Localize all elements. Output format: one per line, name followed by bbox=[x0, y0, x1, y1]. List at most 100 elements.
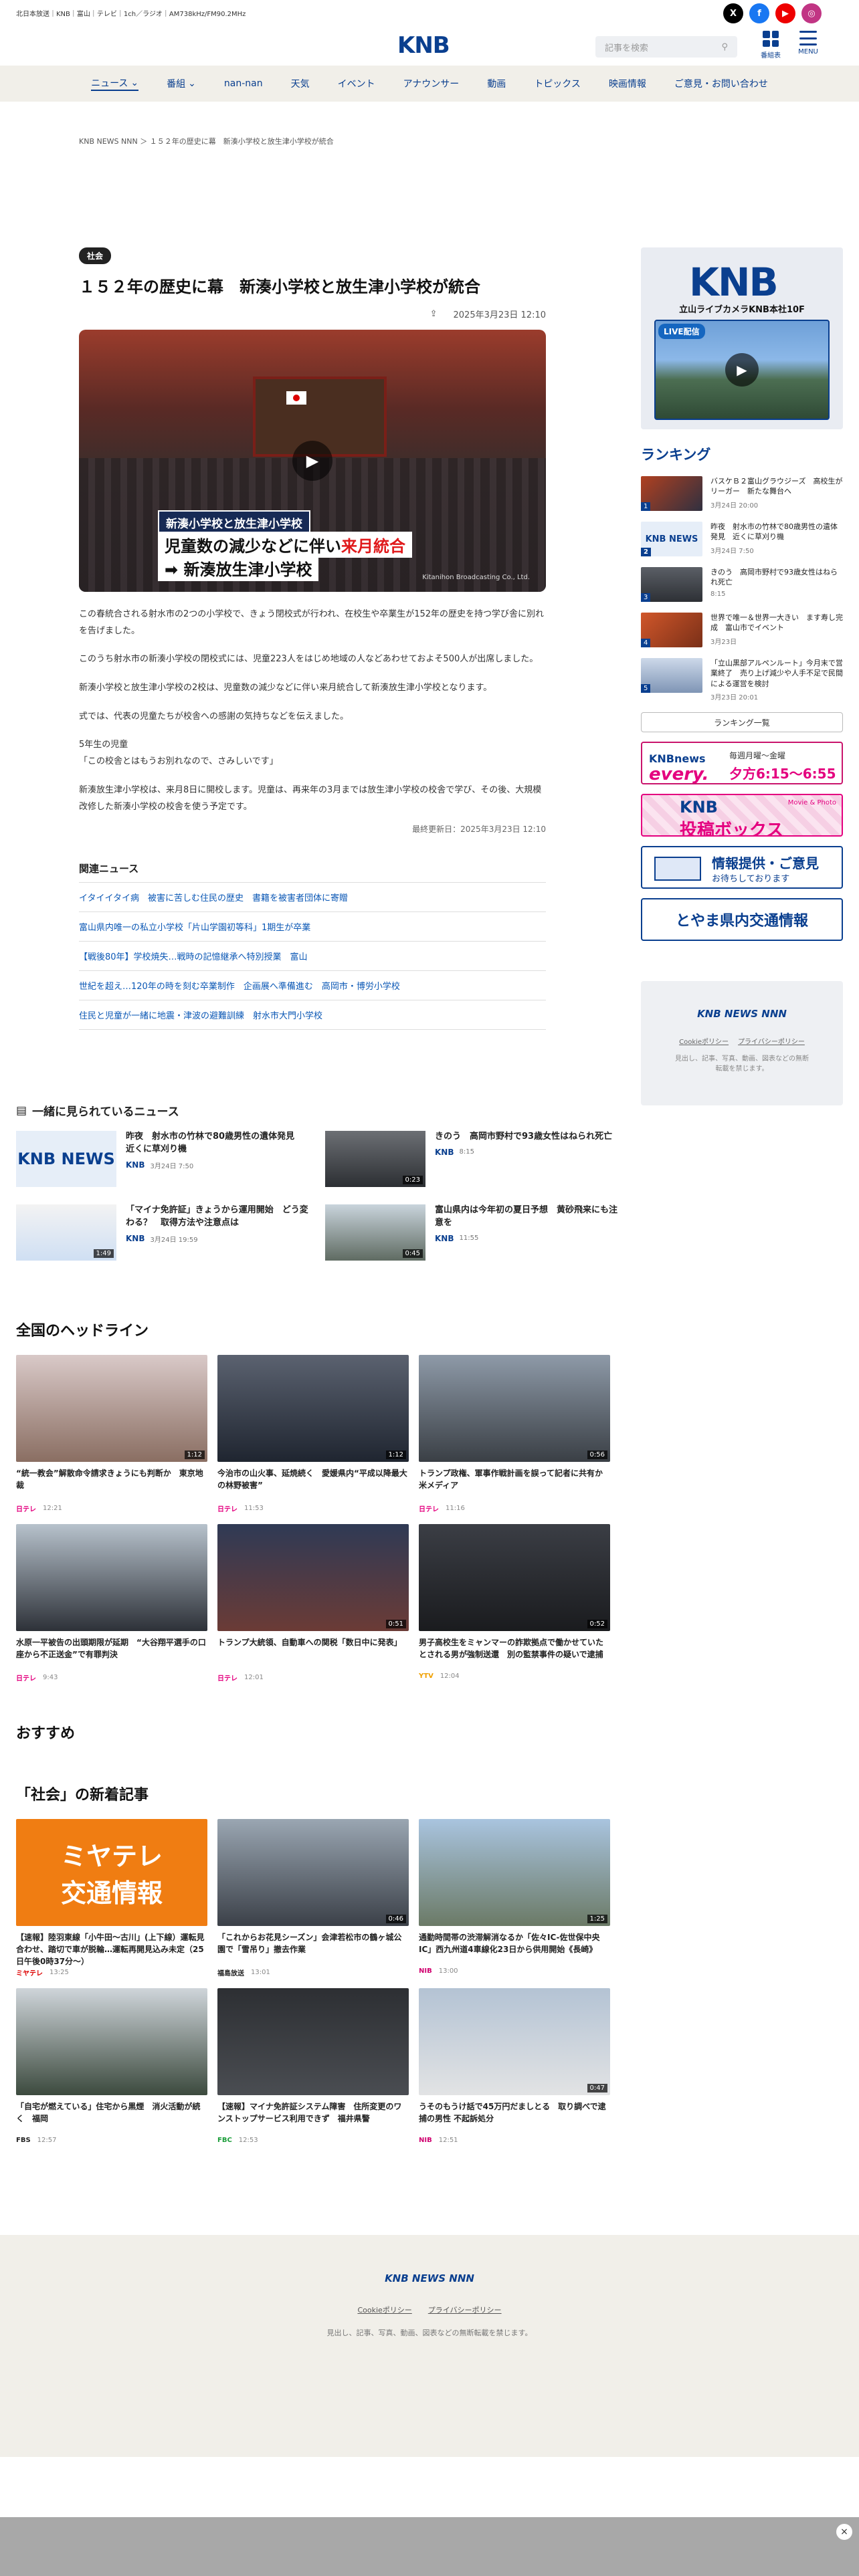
social-news-thumbnail: ミヤテレ 交通情報 bbox=[16, 1819, 207, 1926]
nav-item-contact[interactable]: ご意見・お問い合わせ bbox=[674, 77, 768, 90]
article-body: この春統合される射水市の2つの小学校で、きょう閉校式が行われ、在校生や卒業生が1… bbox=[79, 607, 546, 815]
headline-card[interactable]: 0:56 トランプ政権、軍事作戦計画を誤って記者に共有か 米メディア 日テレ 11… bbox=[419, 1355, 610, 1513]
nav-item-events[interactable]: イベント bbox=[338, 77, 375, 90]
watched-item[interactable]: 0:23 きのう 高岡市野村で93歳女性はねられ死亡 KNB 8:15 bbox=[325, 1131, 619, 1187]
article-video[interactable]: ▶ 新湊小学校と放生津小学校 児童数の減少などに伴い来月統合 ➡ 新湊放生津小学… bbox=[79, 330, 546, 592]
paragraph: この春統合される射水市の2つの小学校で、きょう閉校式が行われ、在校生や卒業生が1… bbox=[79, 609, 545, 636]
headline-thumbnail: 0:56 bbox=[419, 1355, 610, 1462]
play-icon[interactable]: ▶ bbox=[292, 441, 332, 481]
social-news-card[interactable]: ミヤテレ 交通情報 【速報】陸羽東線「小牛田〜古川」(上下線）運転見合わせ、踏切で… bbox=[16, 1819, 207, 1977]
watched-item[interactable]: 1:49 「マイナ免許証」きょうから運用開始 どう変わる？ 取得方法や注意点は K… bbox=[16, 1204, 310, 1261]
nav-item-movies[interactable]: 映画情報 bbox=[609, 77, 646, 90]
headline-thumbnail bbox=[16, 1524, 207, 1631]
headline-card[interactable]: 水原一平被告の出頭期限が延期 “大谷翔平選手の口座から不正送金”で有罪判決 日テ… bbox=[16, 1524, 207, 1683]
watched-thumbnail: KNB NEWS bbox=[16, 1131, 116, 1187]
social-news-card[interactable]: 0:46 「これからお花見シーズン」会津若松市の鶴ヶ城公園で「雪吊り」撤去作業 … bbox=[217, 1819, 409, 1977]
ranking-item[interactable]: 1 バスケＢ２富山グラウジーズ 高校生がリーガー 新たな舞台へ 3月24日 20:… bbox=[641, 471, 843, 516]
category-badge[interactable]: 社会 bbox=[79, 247, 112, 264]
camera-title: 立山ライブカメラKNB本社10F bbox=[679, 305, 805, 315]
social-news-card[interactable]: 【速報】マイナ免許証システム障害 住所変更のワンストップサービス利用できず 福井… bbox=[217, 1988, 409, 2144]
paragraph: 式では、代表の児童たちが校舎への感謝の気持ちなどを伝えました。 bbox=[79, 711, 349, 722]
hamburger-icon bbox=[799, 31, 817, 45]
nav-item-nan-nan[interactable]: nan-nan bbox=[224, 78, 263, 89]
headline-card[interactable]: 0:52 男子高校生をミャンマーの詐欺拠点で働かせていたとされる男が強制送還 別… bbox=[419, 1524, 610, 1683]
related-link[interactable]: 住民と児童が一緒に地震・津波の避難訓練 射水市大門小学校 bbox=[79, 1000, 546, 1031]
social-news-thumbnail: 0:46 bbox=[217, 1819, 409, 1926]
facebook-icon[interactable]: f bbox=[749, 3, 769, 23]
ranking-item[interactable]: 3 きのう 高岡市野村で93歳女性はねられ死亡 8:15 bbox=[641, 562, 843, 607]
every-logo: KNBnews every. bbox=[649, 752, 709, 785]
nav-item-videos[interactable]: 動画 bbox=[487, 77, 506, 90]
close-icon[interactable]: × bbox=[836, 2524, 852, 2540]
site-logo[interactable]: KNB bbox=[397, 32, 450, 59]
nav-item-weather[interactable]: 天気 bbox=[291, 77, 310, 90]
related-link[interactable]: 富山県内唯一の私立小学校「片山学園初等科」1期生が卒業 bbox=[79, 912, 546, 942]
chevron-down-icon: ⌄ bbox=[188, 78, 196, 89]
related-link[interactable]: イタイイタイ病 被害に苦しむ住民の歴史 書籍を被害者団体に寄贈 bbox=[79, 883, 546, 913]
social-news-thumbnail: 1:25 bbox=[419, 1819, 610, 1926]
post-box-banner[interactable]: KNB 投稿ボックス Movie & Photo bbox=[641, 794, 843, 837]
cookie-policy-link[interactable]: Cookieポリシー bbox=[679, 1036, 729, 1046]
search-input[interactable]: 記事を検索 ⚲ bbox=[595, 36, 737, 58]
related-title: 関連ニュース bbox=[79, 861, 546, 883]
menu-button[interactable]: MENU bbox=[793, 31, 823, 56]
sidebar-footer: KNB NEWS NNN Cookieポリシー プライバシーポリシー 見出し、記… bbox=[641, 981, 843, 1106]
nav-item-news[interactable]: ニュース ⌄ bbox=[91, 76, 139, 91]
privacy-policy-link[interactable]: プライバシーポリシー bbox=[428, 2304, 502, 2315]
search-placeholder: 記事を検索 bbox=[605, 43, 649, 53]
paragraph: 新湊小学校と放生津小学校の2校は、児童数の減少などに伴い来月統合して新湊放生津小… bbox=[79, 683, 492, 693]
tv-schedule-button[interactable]: 番組表 bbox=[756, 31, 785, 60]
cookie-policy-link[interactable]: Cookieポリシー bbox=[357, 2304, 411, 2315]
nav-item-announcers[interactable]: アナウンサー bbox=[403, 77, 460, 90]
paragraph: このうち射水市の新湊小学校の閉校式には、児童223人をはじめ地域の人などあわせて… bbox=[79, 654, 539, 665]
article-date: 2025年3月23日 12:10 bbox=[453, 310, 547, 320]
grid-icon bbox=[763, 31, 779, 47]
share-icon[interactable]: ⇪ bbox=[430, 309, 438, 319]
watched-thumbnail: 0:45 bbox=[325, 1204, 425, 1261]
every-time-label: 毎週月曜〜金曜 bbox=[729, 751, 786, 761]
social-news-card[interactable]: 「自宅が燃えている」住宅から黒煙 消火活動が続く 福岡 FBS 12:57 bbox=[16, 1988, 207, 2144]
ranking-item[interactable]: 4 世界で唯一＆世界一大きい ます寿し完成 富山市でイベント 3月23日 bbox=[641, 607, 843, 653]
paragraph: 新湊放生津小学校は、来月8日に開校します。児童は、再来年の3月までは放生津小学校… bbox=[79, 784, 542, 812]
social-news-thumbnail bbox=[217, 1988, 409, 2095]
footer-logo[interactable]: KNB NEWS NNN bbox=[0, 2272, 859, 2284]
instagram-icon[interactable]: ◎ bbox=[801, 3, 822, 23]
ranking: ランキング 1 バスケＢ２富山グラウジーズ 高校生がリーガー 新たな舞台へ 3月2… bbox=[641, 444, 843, 733]
social-news-card[interactable]: 0:47 うそのもうけ話で45万円だましとる 取り調べで逮捕の男性 不起訴処分 … bbox=[419, 1988, 610, 2144]
nav-item-programs[interactable]: 番組 ⌄ bbox=[167, 77, 196, 90]
site-footer: KNB NEWS NNN Cookieポリシー プライバシーポリシー 見出し、記… bbox=[0, 2235, 859, 2457]
headline-card[interactable]: 1:12 “統一教会”解散命令請求きょうにも判断か 東京地裁 日テレ 12:21 bbox=[16, 1355, 207, 1513]
copyright-note: 見出し、記事、写真、動画、図表などの無断転載を禁じます。 bbox=[675, 1055, 809, 1073]
social-news-card[interactable]: 1:25 通勤時間帯の渋滞解消なるか「佐々IC-佐世保中央IC」西九州道4車線化… bbox=[419, 1819, 610, 1977]
headline-card[interactable]: 1:12 今治市の山火事、延焼続く 愛媛県内“平成以降最大の林野被害” 日テレ 1… bbox=[217, 1355, 409, 1513]
ranking-item[interactable]: 5 「立山黒部アルペンルート」今月末で営業終了 売り上げ減少や人手不足で民間によ… bbox=[641, 653, 843, 707]
feedback-banner[interactable]: 情報提供・ご意見 お待ちしております bbox=[641, 846, 843, 889]
watched-item[interactable]: 0:45 富山県内は今年初の夏日予想 黄砂飛来にも注意を KNB 11:55 bbox=[325, 1204, 619, 1261]
headline-card[interactable]: 0:51 トランプ大統領、自動車への関税「数日中に発表」 日テレ 12:01 bbox=[217, 1524, 409, 1683]
watched-title: ▤ 一緒に見られているニュース bbox=[16, 1103, 179, 1119]
footer-copyright: 見出し、記事、写真、動画、図表などの無断転載を禁じます。 bbox=[326, 2329, 533, 2337]
headline-thumbnail: 1:12 bbox=[217, 1355, 409, 1462]
ranking-item[interactable]: KNB NEWS 2 昨夜 射水市の竹林で80歳男性の遺体発見 近くに草刈り機 3月… bbox=[641, 516, 843, 562]
privacy-policy-link[interactable]: プライバシーポリシー bbox=[738, 1036, 805, 1046]
search-icon[interactable]: ⚲ bbox=[721, 42, 728, 52]
ranking-list-button[interactable]: ランキング一覧 bbox=[641, 712, 843, 733]
watched-item[interactable]: KNB NEWS 昨夜 射水市の竹林で80歳男性の遺体発見 近くに草刈り機 KNB… bbox=[16, 1131, 310, 1187]
x-icon[interactable]: X bbox=[723, 3, 743, 23]
related-news: 関連ニュース イタイイタイ病 被害に苦しむ住民の歴史 書籍を被害者団体に寄贈 富… bbox=[79, 861, 546, 1031]
mail-icon bbox=[654, 857, 701, 881]
every-banner[interactable]: KNBnews every. 毎週月曜〜金曜 夕方6:15〜6:55 bbox=[641, 742, 843, 785]
chevron-down-icon: ⌄ bbox=[130, 78, 139, 88]
breadcrumb[interactable]: KNB NEWS NNN ＞ １５２年の歴史に幕 新湊小学校と放生津小学校が統合 bbox=[79, 136, 334, 146]
paragraph: 5年生の児童 「この校舎とはもうお別れなので、さみしいです」 bbox=[79, 740, 278, 767]
site-header: 北日本放送｜KNB｜富山｜テレビ｜1ch／ラジオ｜AM738kHz/FM90.2… bbox=[0, 0, 859, 66]
youtube-icon[interactable]: ▶ bbox=[775, 3, 795, 23]
related-link[interactable]: 【戦後80年】学校焼失…戦時の記憶継承へ特別授業 富山 bbox=[79, 942, 546, 972]
play-icon[interactable]: ▶ bbox=[725, 353, 759, 387]
video-credit: Kitanihon Broadcasting Co., Ltd. bbox=[422, 574, 530, 581]
nav-item-topics[interactable]: トピックス bbox=[534, 77, 581, 90]
live-camera-widget[interactable]: KNB 立山ライブカメラKNB本社10F LIVE配信 ▶ bbox=[641, 247, 843, 429]
traffic-banner[interactable]: とやま県内交通情報 bbox=[641, 898, 843, 942]
post-box-logo: KNB bbox=[680, 798, 718, 817]
related-link[interactable]: 世紀を超え…120年の時を刻む卒業制作 企画展へ準備進む 高岡市・博労小学校 bbox=[79, 971, 546, 1001]
